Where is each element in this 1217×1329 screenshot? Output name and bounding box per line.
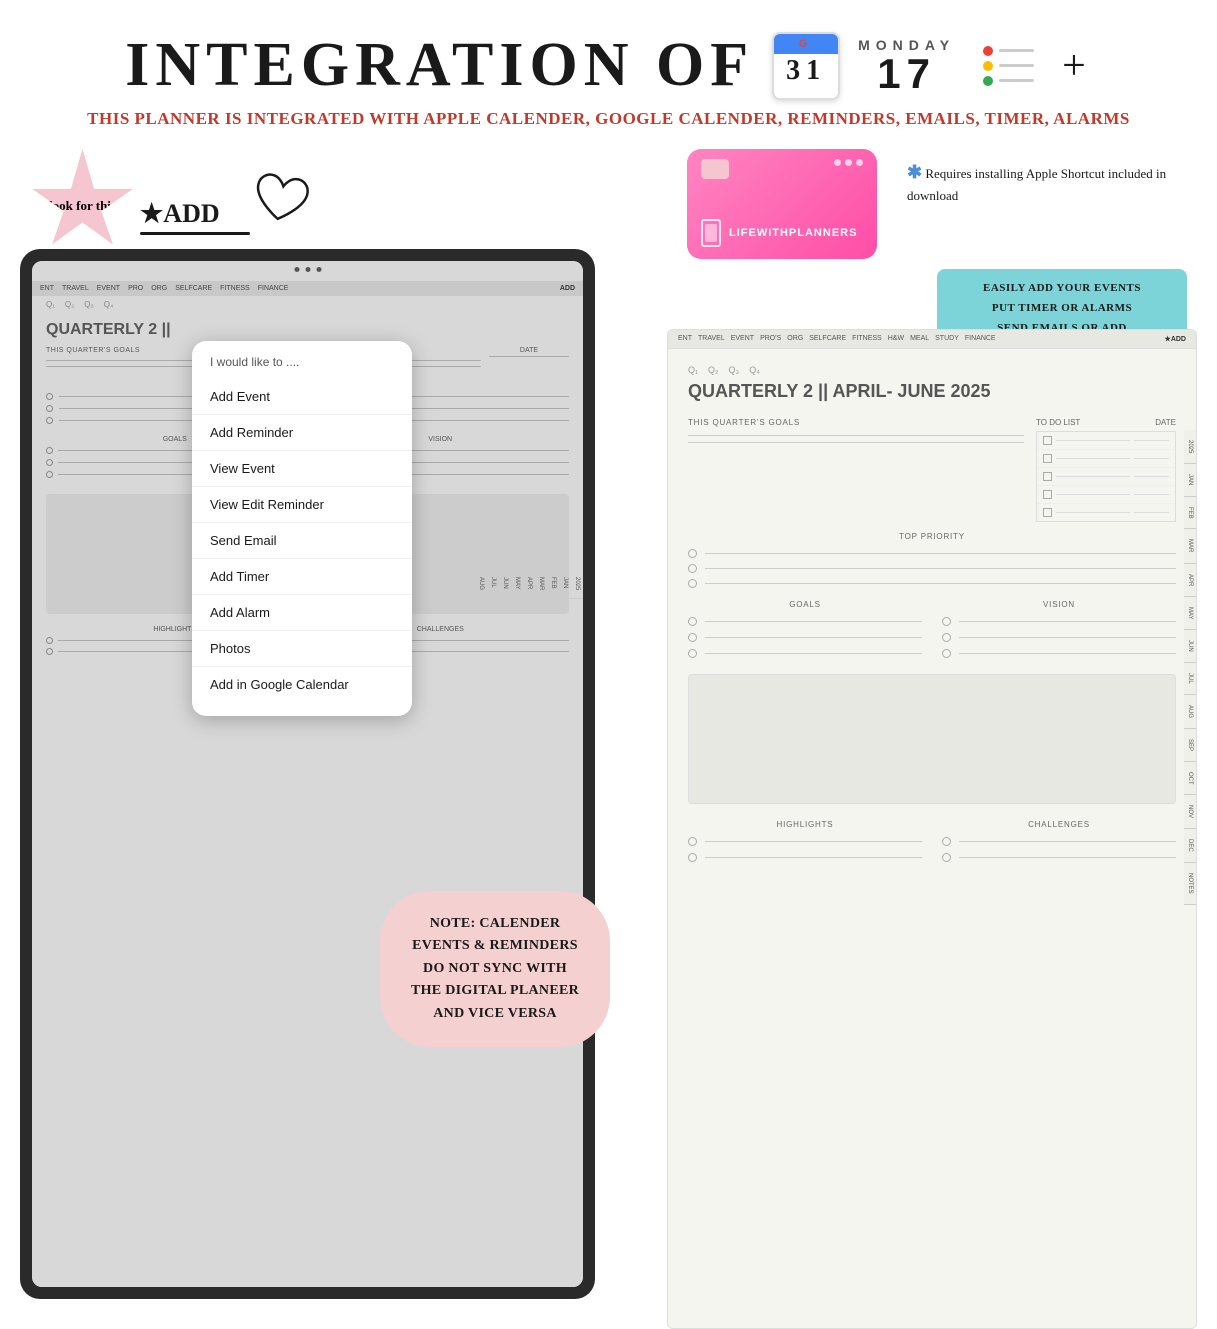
right-quarter-numbers: Q₁ Q₂ Q₃ Q₄ (688, 365, 1176, 375)
popup-item-add-timer[interactable]: Add Timer (192, 559, 412, 595)
right-large-box (688, 674, 1176, 804)
popup-item-add-alarm[interactable]: Add Alarm (192, 595, 412, 631)
google-calendar-icon: G 31 (772, 32, 840, 100)
popup-item-add-google-calendar[interactable]: Add in Google Calendar (192, 667, 412, 702)
right-top-priority: TOP PRIORITY (688, 532, 1176, 588)
popup-item-photos[interactable]: Photos (192, 631, 412, 667)
heart-doodle (244, 164, 316, 246)
quarterly-heading-left: QUARTERLY 2 || (32, 313, 583, 343)
right-planner-nav: ENT TRAVEL EVENT PRO'S ORG SELFCARE FITN… (668, 330, 1196, 349)
reminders-icon (973, 40, 1044, 92)
quarter-numbers: Q₁ Q₂ Q₃ Q₄ (32, 296, 583, 313)
popup-item-send-email[interactable]: Send Email (192, 523, 412, 559)
add-button-area: ★ADD (140, 199, 250, 235)
tablet-device: ENT TRAVEL EVENT PRO ORG SELFCARE FITNES… (20, 249, 595, 1299)
header-title: INTEGRATION OF G 31 Monday 17 (125, 30, 1092, 101)
subtitle: THIS PLANNER IS INTEGRATED WITH APPLE CA… (20, 109, 1197, 129)
note-bubble: NOTE: CALENDER EVENTS & REMINDERS DO NOT… (380, 891, 610, 1047)
header: INTEGRATION OF G 31 Monday 17 (0, 0, 1217, 139)
tablet-camera (294, 267, 321, 272)
pink-card: LIFEWITHPLANNERS (687, 149, 877, 259)
popup-header: I would like to .... (192, 355, 412, 379)
add-star-label: ★ADD (140, 199, 250, 229)
popup-item-add-event[interactable]: Add Event (192, 379, 412, 415)
apple-shortcut-note: ✱ Requires installing Apple Shortcut inc… (907, 159, 1187, 206)
popup-item-view-edit-reminder[interactable]: View Edit Reminder (192, 487, 412, 523)
right-goals-todo: THIS QUARTER'S GOALS TO DO LIST DATE (688, 418, 1176, 522)
planner-nav-left: ENT TRAVEL EVENT PRO ORG SELFCARE FITNES… (32, 281, 583, 296)
side-year-tabs-left: 2025 JAN FEB MAR APR MAY JUN JUL AUG (475, 569, 583, 599)
popup-item-add-reminder[interactable]: Add Reminder (192, 415, 412, 451)
tablet-screen: ENT TRAVEL EVENT PRO ORG SELFCARE FITNES… (32, 261, 583, 1287)
look-badge-container: look for this (30, 149, 135, 254)
right-highlights-challenges: HIGHLIGHTS CHALLENGES (688, 820, 1176, 862)
card-chip (701, 159, 729, 179)
right-planner-body: Q₁ Q₂ Q₃ Q₄ QUARTERLY 2 || APRIL- JUNE 2… (668, 349, 1196, 878)
add-underline (140, 232, 250, 235)
right-goals-vision: GOALS VISION (688, 600, 1176, 658)
right-planner-page: ENT TRAVEL EVENT PRO'S ORG SELFCARE FITN… (667, 329, 1197, 1329)
plus-icon: + (1062, 42, 1092, 90)
popup-item-view-event[interactable]: View Event (192, 451, 412, 487)
popup-menu: I would like to .... Add Event Add Remin… (192, 341, 412, 716)
phone-icon (701, 219, 721, 247)
note-bubble-text: NOTE: CALENDER EVENTS & REMINDERS DO NOT… (408, 913, 582, 1025)
monday-badge: Monday 17 (858, 37, 955, 95)
look-badge-text: look for this (48, 198, 118, 215)
right-quarterly-heading: QUARTERLY 2 || APRIL- JUNE 2025 (688, 381, 1176, 402)
card-dots (834, 159, 863, 166)
right-side-year-tabs: 2025 JAN FEB MAR APR MAY JUN JUL AUG SEP… (1184, 430, 1196, 905)
pink-card-name: LIFEWITHPLANNERS (729, 227, 857, 239)
integration-title: INTEGRATION OF (125, 30, 754, 101)
